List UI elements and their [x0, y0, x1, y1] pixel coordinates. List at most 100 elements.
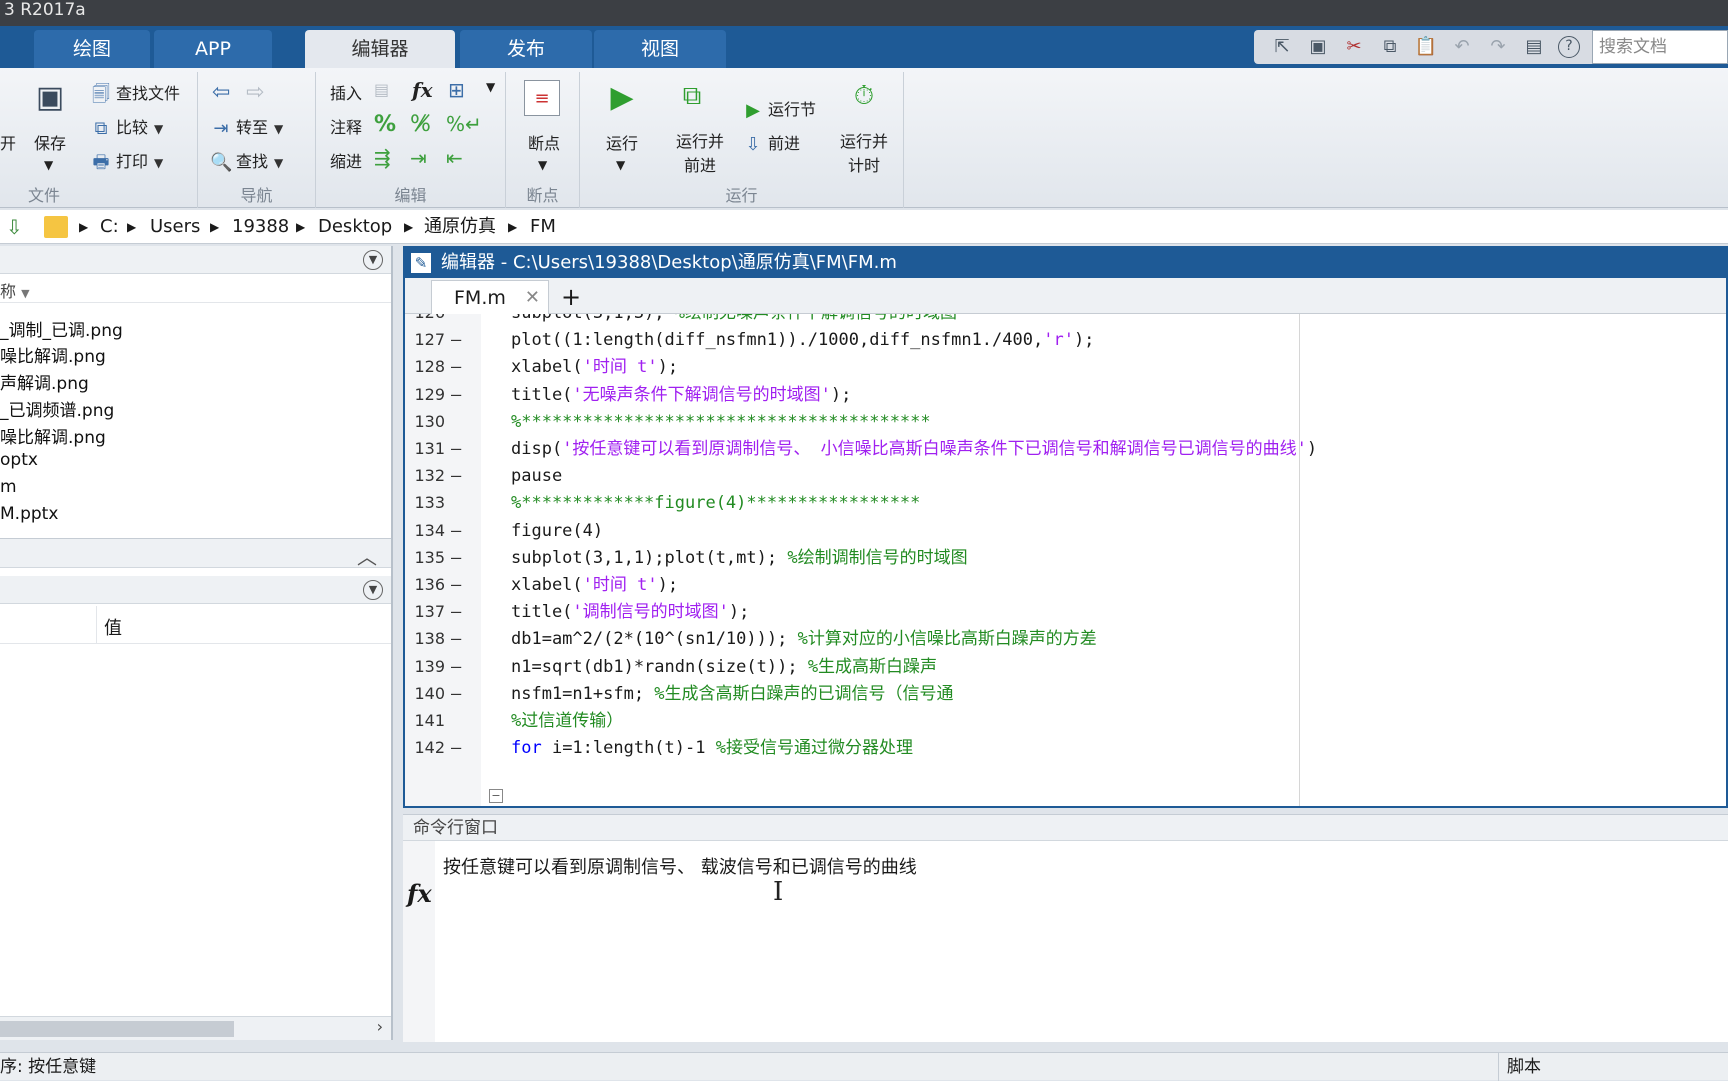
breakpoint-marker[interactable]: —	[451, 352, 461, 382]
breakpoint-marker[interactable]: —	[451, 434, 461, 464]
file-item[interactable]: _已调频谱.png	[0, 396, 114, 421]
code-token: )	[1306, 439, 1318, 459]
panel-actions-icon[interactable]: ▼	[363, 250, 383, 270]
print-button[interactable]: 🖶 打印 ▼	[90, 148, 164, 174]
goto-button[interactable]: ⇥ 转至 ▼	[210, 114, 283, 140]
cut-icon[interactable]: ✂	[1342, 36, 1366, 58]
breakpoint-marker[interactable]: —	[451, 679, 461, 709]
file-item[interactable]: M.pptx	[0, 504, 58, 524]
forward-icon[interactable]: ⇨	[246, 80, 264, 105]
run-and-advance-button[interactable]: 运行并 前进	[676, 130, 724, 178]
breakpoint-marker[interactable]: —	[451, 624, 461, 654]
save-icon[interactable]: ▣	[1306, 36, 1330, 58]
close-icon[interactable]: ✕	[525, 281, 540, 315]
file-item[interactable]: 噪比解调.png	[0, 423, 106, 448]
search-docs-input[interactable]: 搜索文档	[1592, 30, 1728, 64]
find-button[interactable]: 🔍 查找 ▼	[210, 148, 283, 174]
scroll-right-icon[interactable]: ›	[377, 1017, 383, 1036]
wrap-comments-icon[interactable]: %↵	[446, 112, 482, 136]
tab-fm-m[interactable]: FM.m ✕	[431, 280, 549, 314]
decrease-indent-icon[interactable]: ⇤	[446, 146, 463, 170]
function-browser-icon[interactable]: fx	[407, 879, 432, 908]
breadcrumb-users[interactable]: Users	[150, 210, 200, 244]
breakpoint-marker[interactable]: —	[451, 516, 461, 546]
value-column-header[interactable]: 值	[104, 614, 122, 640]
file-item[interactable]: m	[0, 477, 17, 497]
advance-button[interactable]: ⇩ 前进	[742, 130, 800, 156]
browse-folder-icon[interactable]: ⇩	[6, 210, 23, 244]
name-column-header[interactable]: 称 ▼	[0, 278, 30, 302]
copy-icon[interactable]: ⧉	[1378, 36, 1402, 58]
breakpoint-marker[interactable]: —	[451, 733, 461, 763]
path-separator-icon[interactable]: ▶	[404, 210, 413, 244]
chevron-up-icon[interactable]: ︿	[357, 541, 377, 570]
paste-icon[interactable]: 📋	[1414, 36, 1438, 58]
path-separator-icon[interactable]: ▶	[508, 210, 517, 244]
breakpoint-marker[interactable]: —	[451, 652, 461, 682]
panel-actions-icon[interactable]: ▼	[363, 580, 383, 600]
tab-publish[interactable]: 发布	[460, 30, 592, 68]
breadcrumb-drive[interactable]: C:	[100, 210, 119, 244]
redo-icon[interactable]: ↷	[1486, 36, 1510, 58]
command-input[interactable]	[443, 881, 1713, 909]
scrollbar-thumb[interactable]	[0, 1021, 234, 1037]
code-token: subplot(3,1,1);plot(t,mt);	[511, 547, 788, 568]
tab-view[interactable]: 视图	[594, 30, 726, 68]
file-item[interactable]: 声解调.png	[0, 369, 89, 394]
run-and-time-button[interactable]: 运行并 计时	[840, 130, 888, 178]
tab-editor[interactable]: 编辑器	[305, 30, 455, 68]
new-tab-icon[interactable]: +	[561, 280, 581, 314]
increase-indent-icon[interactable]: ⇥	[410, 146, 427, 170]
chevron-down-icon[interactable]: ▼	[538, 158, 547, 172]
comment-button[interactable]: 注释	[330, 114, 362, 138]
find-files-button[interactable]: 🗐 查找文件	[90, 80, 180, 106]
line-number: 134	[414, 520, 445, 540]
code-editor[interactable]: − 126subplot(3,1,3); %绘制无噪声条件下解调信号的时域图12…	[405, 314, 1726, 806]
chevron-down-icon[interactable]: ▼	[616, 158, 625, 172]
insert-function-icon[interactable]: fx	[412, 78, 433, 102]
comment-icon[interactable]: %	[374, 112, 396, 137]
uncomment-icon[interactable]: %̸	[410, 112, 431, 137]
breakpoint-marker[interactable]: —	[451, 570, 461, 600]
open-icon[interactable]: ⇱	[1270, 36, 1294, 58]
save-button[interactable]: 保存	[34, 130, 66, 154]
smart-indent-icon[interactable]: ⇶	[374, 146, 391, 170]
breakpoint-marker[interactable]: —	[451, 325, 461, 355]
file-item[interactable]: _调制_已调.png	[0, 316, 123, 341]
path-separator-icon[interactable]: ▶	[210, 210, 219, 244]
breakpoints-button[interactable]: 断点	[528, 130, 560, 154]
breadcrumb-user[interactable]: 19388	[232, 210, 289, 244]
breadcrumb-folder[interactable]: 通原仿真	[424, 210, 496, 244]
insert-section-icon[interactable]: ▤	[374, 80, 389, 99]
back-icon[interactable]: ⇦	[212, 80, 230, 105]
breadcrumb-desktop[interactable]: Desktop	[318, 210, 392, 244]
file-item[interactable]: optx	[0, 450, 38, 470]
breakpoint-marker[interactable]: —	[451, 597, 461, 627]
breakpoint-marker[interactable]: —	[451, 380, 461, 410]
path-separator-icon[interactable]: ▶	[127, 210, 136, 244]
path-separator-icon[interactable]: ▶	[296, 210, 305, 244]
path-separator-icon[interactable]: ▶	[79, 210, 88, 244]
horizontal-scrollbar[interactable]: ›	[0, 1016, 391, 1040]
save-dropdown-icon[interactable]: ▼	[44, 158, 53, 172]
fold-toggle-icon[interactable]: −	[489, 789, 503, 803]
file-item[interactable]: 噪比解调.png	[0, 342, 106, 367]
switch-windows-icon[interactable]: ▤	[1522, 36, 1546, 58]
tab-plots[interactable]: 绘图	[34, 30, 150, 68]
help-icon[interactable]: ?	[1558, 36, 1580, 58]
breakpoint-marker[interactable]: —	[451, 543, 461, 573]
undo-icon[interactable]: ↶	[1450, 36, 1474, 58]
compare-button[interactable]: ⧉ 比较 ▼	[90, 114, 164, 140]
insert-fn-template-icon[interactable]: ⊞	[448, 78, 465, 102]
window-title: 3 R2017a	[4, 0, 86, 20]
breadcrumb-fm[interactable]: FM	[530, 210, 556, 244]
file-type-indicator: 脚本	[1498, 1053, 1728, 1081]
breakpoint-marker[interactable]: —	[451, 461, 461, 491]
open-button[interactable]: 开	[0, 130, 16, 154]
insert-dropdown-icon[interactable]: ▼	[486, 80, 495, 94]
run-button[interactable]: 运行	[606, 130, 638, 154]
insert-button[interactable]: 插入	[330, 80, 362, 104]
indent-button[interactable]: 缩进	[330, 148, 362, 172]
tab-apps[interactable]: APP	[154, 30, 272, 68]
run-section-button[interactable]: ▶ 运行节	[742, 96, 816, 122]
